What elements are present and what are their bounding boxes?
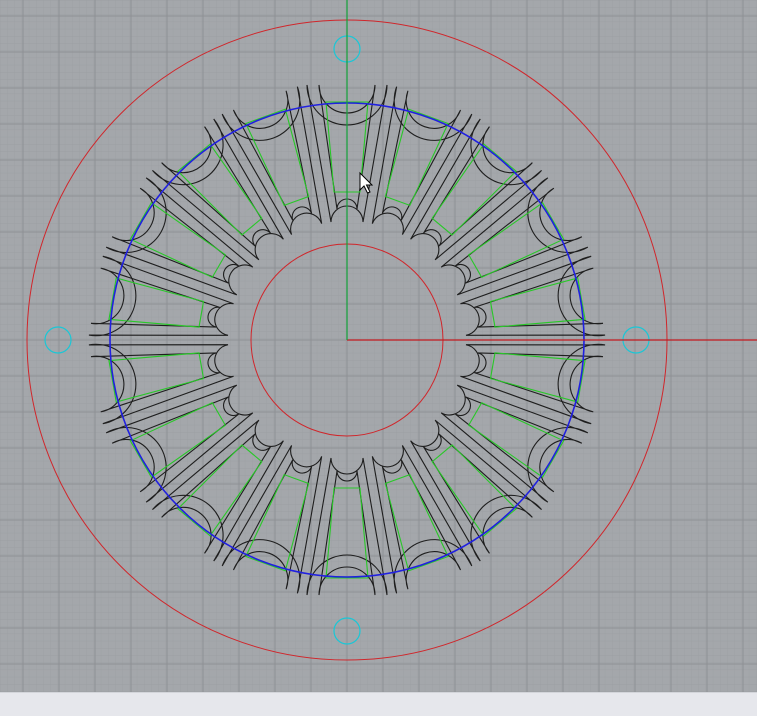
viewport-canvas[interactable] [0,0,757,692]
cad-viewport[interactable] [0,0,757,692]
minor-grid [0,0,757,692]
status-bar [0,692,757,716]
